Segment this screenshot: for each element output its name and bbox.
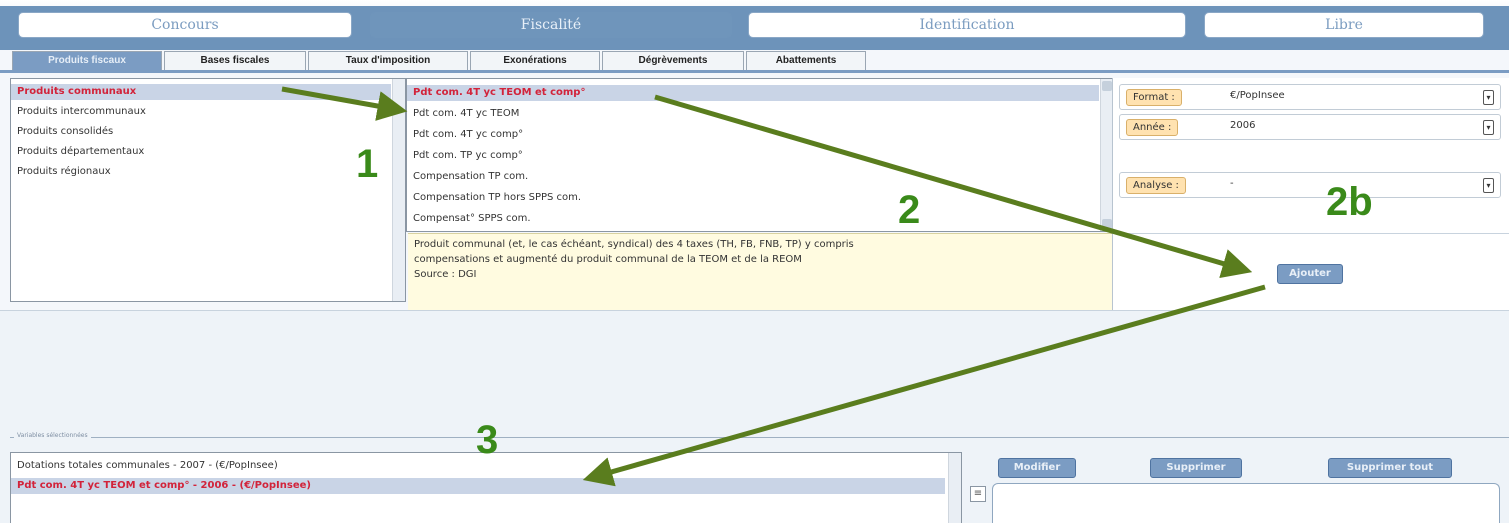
arrow-1 [281,86,408,121]
annotation-2b: 2b [1326,180,1373,224]
arrow-2 [654,94,1253,279]
arrow-3 [582,284,1266,487]
annotation-1: 1 [356,142,379,186]
annotation-3: 3 [476,418,499,462]
annotation-arrows [281,86,1266,487]
annotation-2: 2 [898,188,921,232]
